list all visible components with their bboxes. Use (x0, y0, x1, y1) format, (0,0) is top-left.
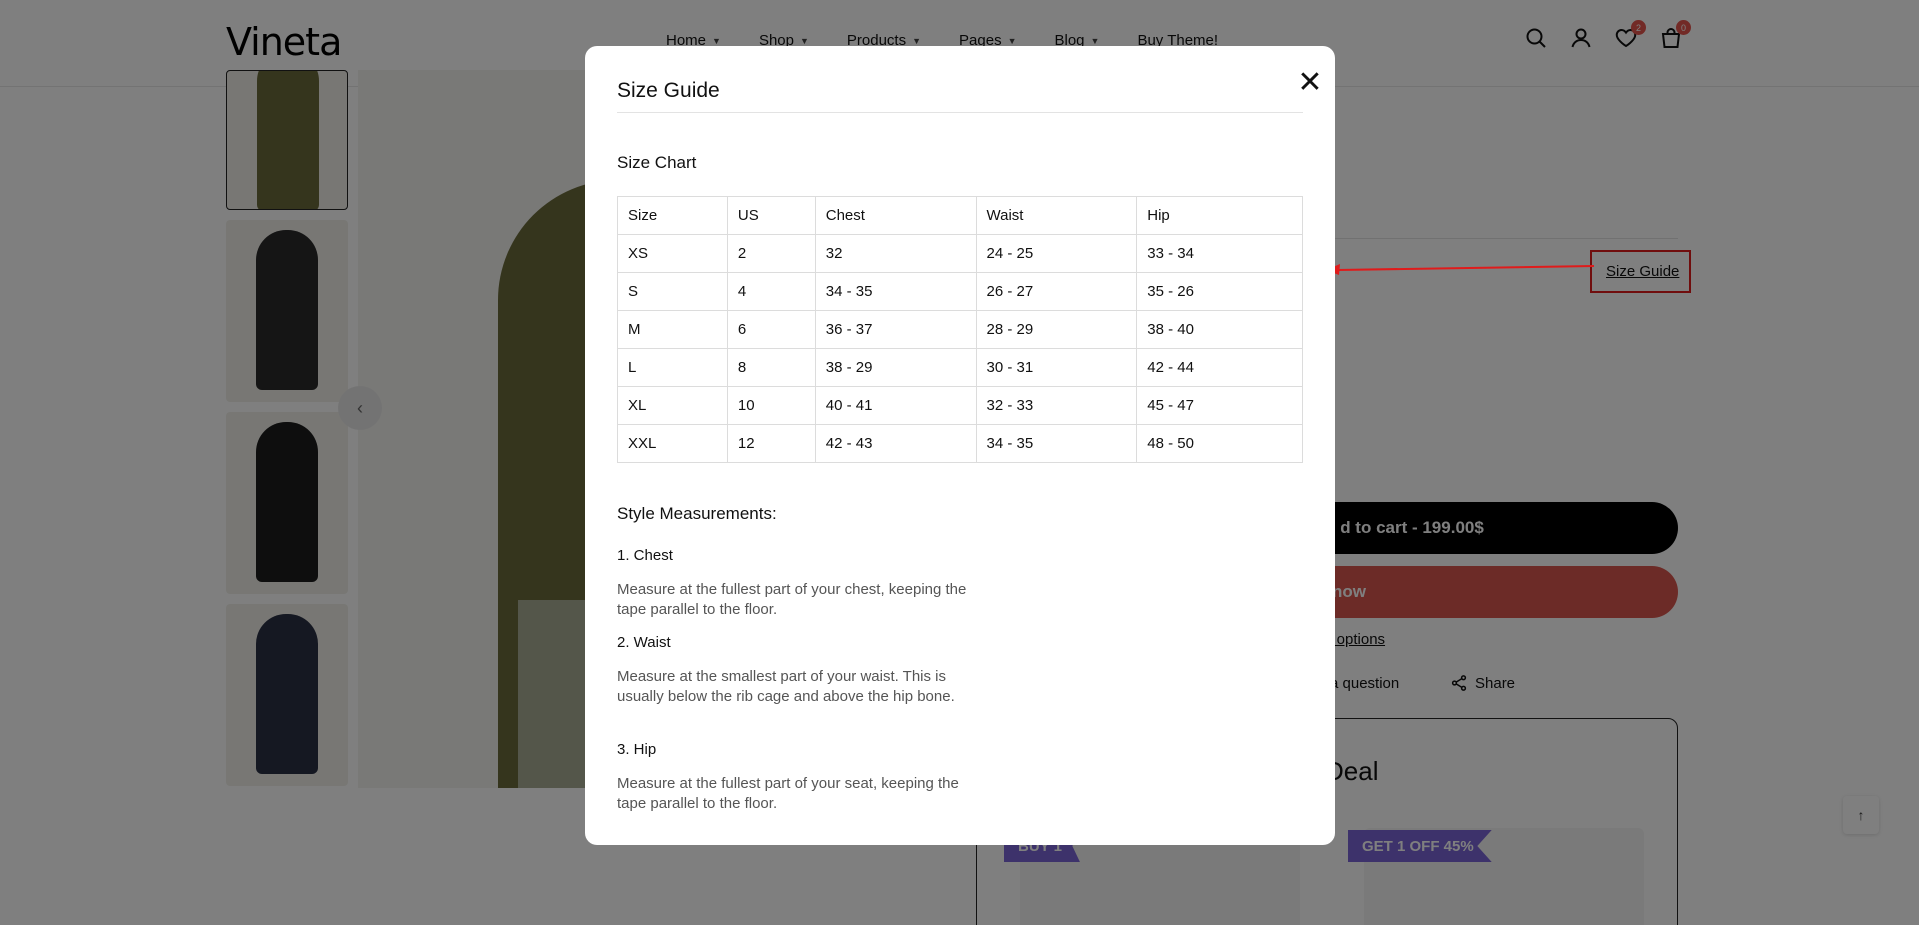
table-cell: 26 - 27 (975, 272, 1138, 311)
table-cell: 28 - 29 (975, 310, 1138, 349)
table-row: XL 10 40 - 41 32 - 33 45 - 47 (617, 386, 1303, 425)
table-row: XS 2 32 24 - 25 33 - 34 (617, 234, 1303, 273)
table-cell: 2 (726, 234, 816, 273)
table-header-cell: US (726, 196, 816, 235)
modal-title: Size Guide (617, 79, 720, 102)
table-cell: 34 - 35 (814, 272, 977, 311)
table-cell: M (617, 310, 728, 349)
table-cell: 38 - 40 (1136, 310, 1303, 349)
table-cell: XL (617, 386, 728, 425)
table-cell: 8 (726, 348, 816, 387)
table-cell: 32 (814, 234, 977, 273)
annotation-arrow (1326, 264, 1595, 275)
table-cell: 38 - 29 (814, 348, 977, 387)
table-cell: XS (617, 234, 728, 273)
table-header-cell: Hip (1136, 196, 1303, 235)
close-icon[interactable]: ✕ (1294, 62, 1326, 102)
modal-divider (617, 112, 1303, 113)
table-cell: L (617, 348, 728, 387)
table-cell: 35 - 26 (1136, 272, 1303, 311)
table-cell: 40 - 41 (814, 386, 977, 425)
table-cell: 24 - 25 (975, 234, 1138, 273)
table-cell: 33 - 34 (1136, 234, 1303, 273)
table-cell: 30 - 31 (975, 348, 1138, 387)
measurement-title-waist: 2. Waist (617, 634, 671, 651)
size-chart-table: Size US Chest Waist Hip XS 2 32 24 - 25 … (617, 196, 1303, 463)
measurement-title-hip: 3. Hip (617, 741, 657, 758)
measurement-desc-chest: Measure at the fullest part of your ches… (617, 581, 967, 618)
table-cell: 32 - 33 (975, 386, 1138, 425)
table-cell: 10 (726, 386, 816, 425)
table-header-cell: Chest (814, 196, 977, 235)
measurement-desc-waist: Measure at the smallest part of your wai… (617, 668, 955, 705)
table-header-cell: Size (617, 196, 728, 235)
size-guide-modal: Size Guide ✕ Size Chart Size US Chest Wa… (585, 46, 1335, 845)
table-row: M 6 36 - 37 28 - 29 38 - 40 (617, 310, 1303, 349)
table-cell: 6 (726, 310, 816, 349)
size-chart-heading: Size Chart (617, 153, 697, 172)
table-cell: XXL (617, 424, 728, 463)
table-cell: 36 - 37 (814, 310, 977, 349)
table-cell: 34 - 35 (975, 424, 1138, 463)
table-cell: 12 (726, 424, 816, 463)
table-cell: 4 (726, 272, 816, 311)
measurement-title-chest: 1. Chest (617, 547, 673, 564)
table-row: S 4 34 - 35 26 - 27 35 - 26 (617, 272, 1303, 311)
style-measurements-heading: Style Measurements: (617, 504, 777, 523)
table-cell: 42 - 43 (814, 424, 977, 463)
table-cell: 48 - 50 (1136, 424, 1303, 463)
table-cell: 42 - 44 (1136, 348, 1303, 387)
table-header-row: Size US Chest Waist Hip (617, 196, 1303, 235)
table-cell: 45 - 47 (1136, 386, 1303, 425)
table-cell: S (617, 272, 728, 311)
table-row: XXL 12 42 - 43 34 - 35 48 - 50 (617, 424, 1303, 463)
measurement-desc-hip: Measure at the fullest part of your seat… (617, 775, 959, 812)
table-row: L 8 38 - 29 30 - 31 42 - 44 (617, 348, 1303, 387)
table-header-cell: Waist (975, 196, 1138, 235)
